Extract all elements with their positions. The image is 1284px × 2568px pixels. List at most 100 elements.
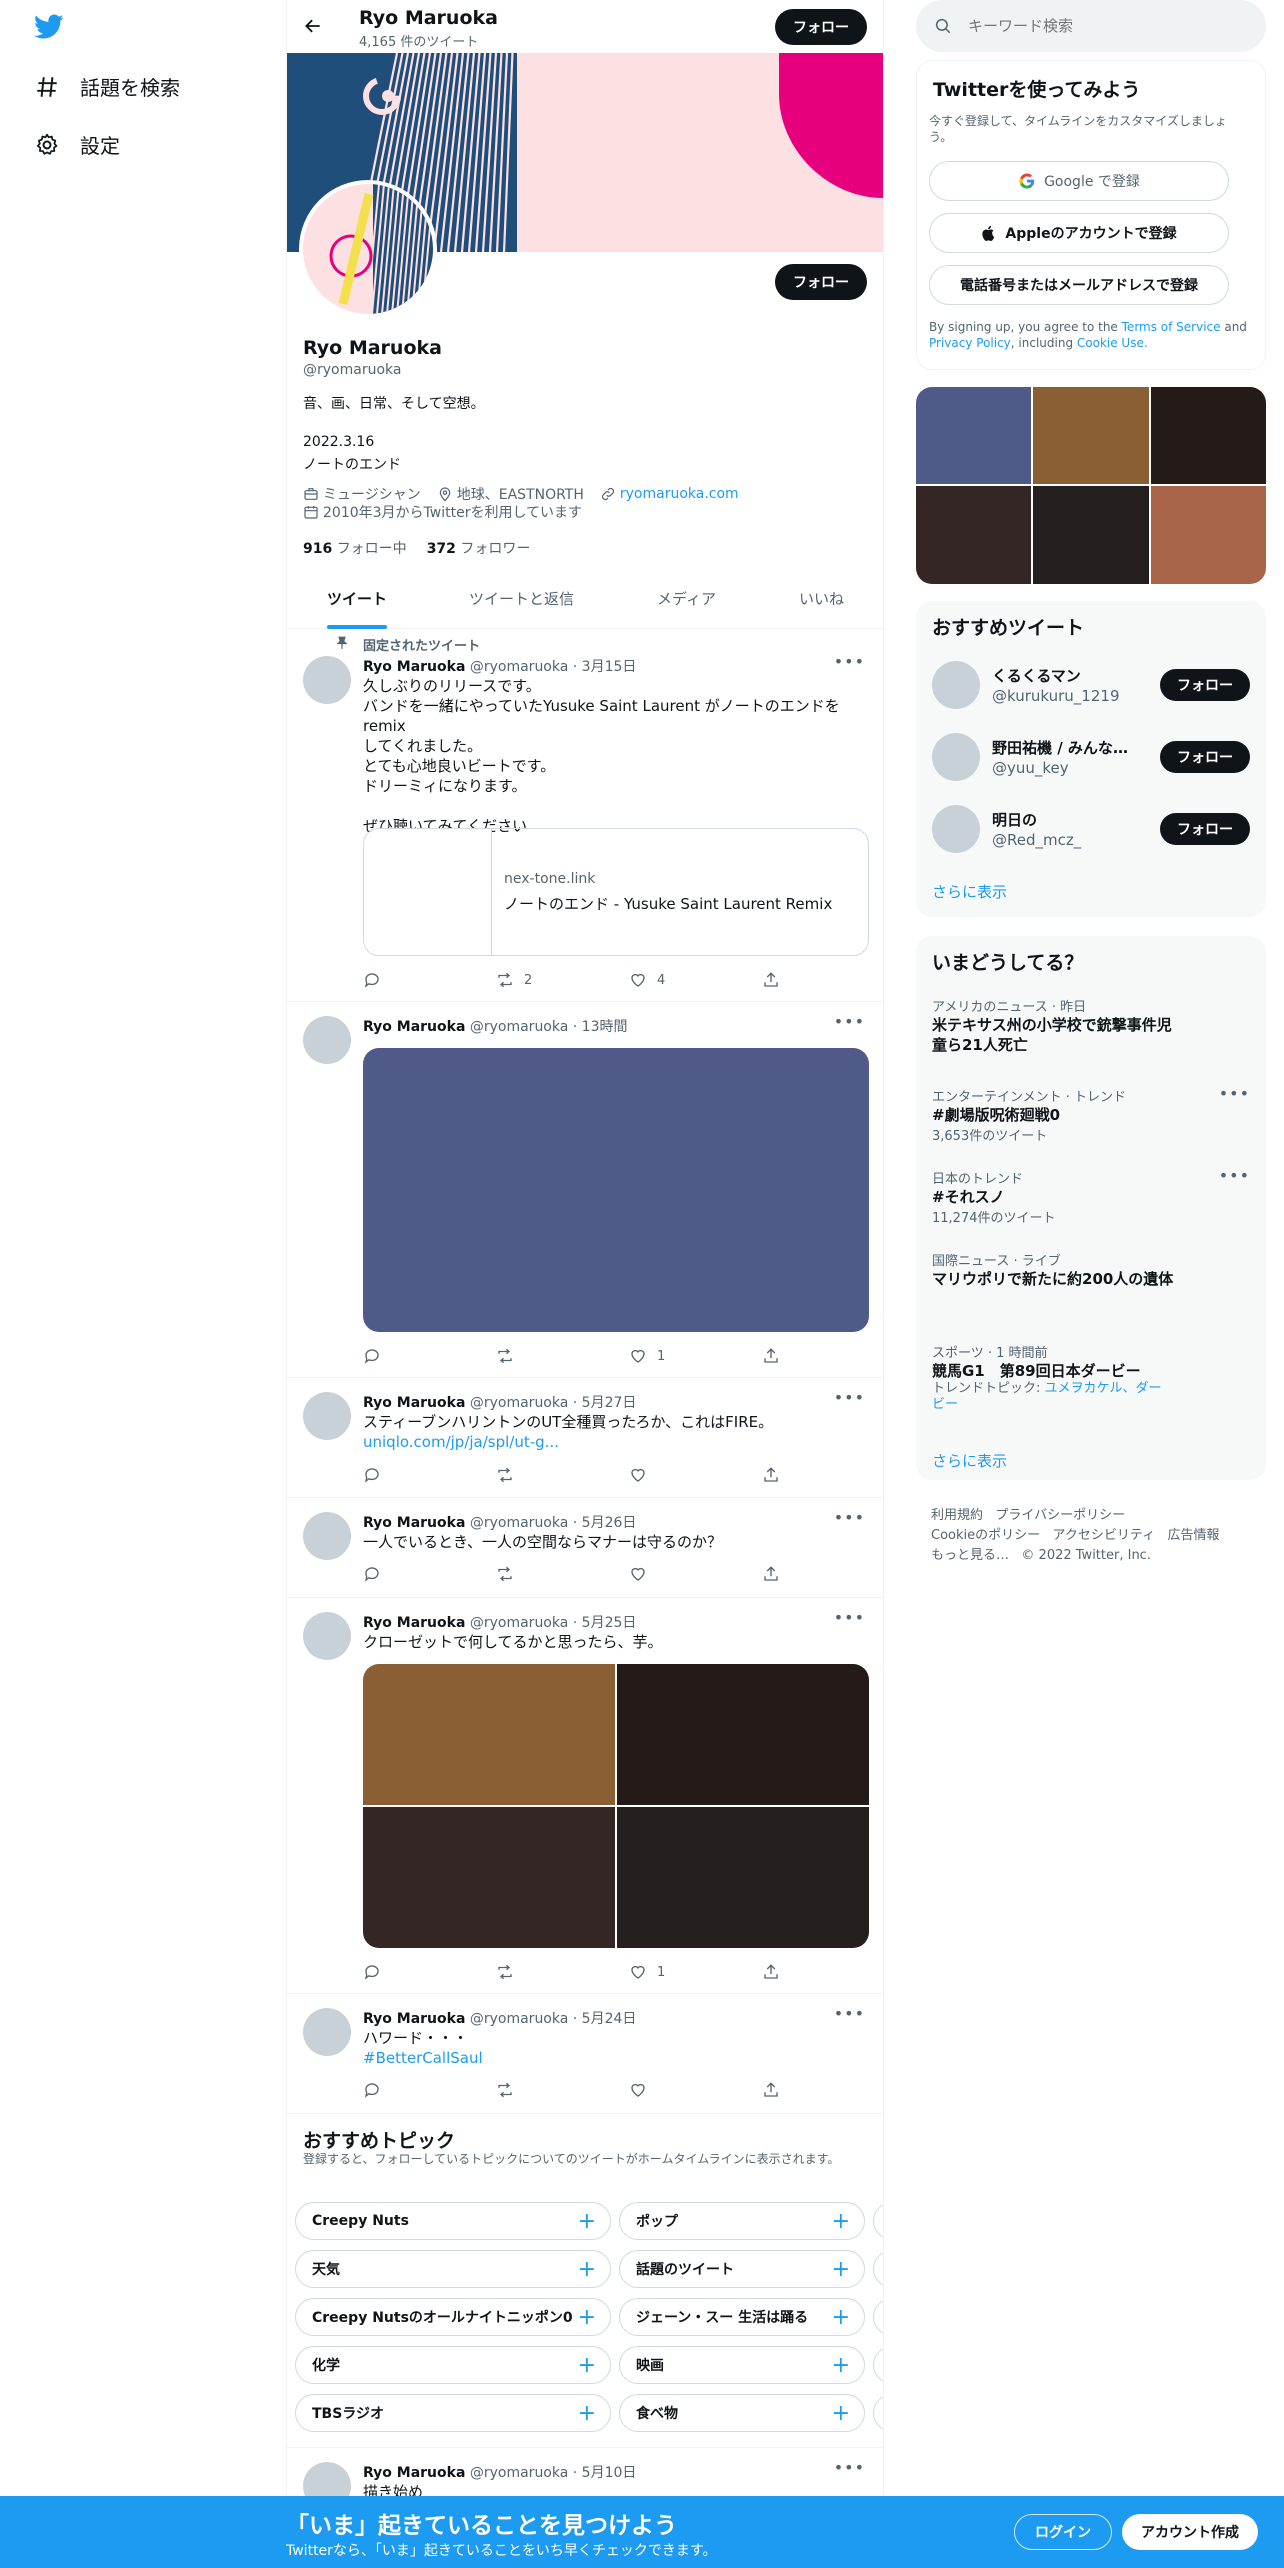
tab-media[interactable]: メディア [657, 588, 716, 609]
media-thumb[interactable] [1151, 387, 1266, 484]
like-button[interactable]: 1 [629, 1346, 762, 1366]
more-icon[interactable]: ••• [834, 2458, 865, 2477]
suggested-user[interactable]: 野田祐機 / みんなシステム @yuu_key フォロー [932, 733, 1250, 783]
tweet-hashtag[interactable]: #BetterCallSaul [363, 2048, 867, 2068]
header-follow-button[interactable]: フォロー [775, 9, 867, 45]
search-input[interactable] [968, 12, 1248, 40]
footer-privacy-link[interactable]: プライバシーポリシー [995, 1508, 1125, 1523]
trend-item[interactable]: アメリカのニュース · 昨日 米テキサス州の小学校で銃撃事件児童ら21人死亡 [932, 996, 1250, 1055]
followers-stat[interactable]: 372 フォロワー [427, 538, 531, 558]
tweet-author[interactable]: Ryo Maruoka [363, 2465, 465, 2481]
reply-button[interactable] [363, 1962, 496, 1982]
avatar[interactable] [303, 1392, 351, 1440]
nav-explore[interactable]: 話題を検索 [34, 72, 180, 101]
grid-photo[interactable] [363, 1807, 615, 1948]
media-thumb[interactable] [916, 387, 1031, 484]
tweet-author[interactable]: Ryo Maruoka [363, 2011, 465, 2027]
tweet-author[interactable]: Ryo Maruoka [363, 1395, 465, 1411]
topic-chip[interactable]: 天気 + [295, 2250, 611, 2288]
grid-photo[interactable] [363, 1664, 615, 1805]
grid-photo[interactable] [617, 1664, 869, 1805]
back-arrow-icon[interactable] [303, 16, 323, 36]
avatar[interactable] [303, 1612, 351, 1660]
search-box[interactable] [916, 0, 1266, 52]
footer-more-link[interactable]: もっと見る… [931, 1548, 1009, 1563]
footer-accessibility-link[interactable]: アクセシビリティ [1053, 1528, 1156, 1543]
signup-button[interactable]: アカウント作成 [1122, 2514, 1258, 2550]
media-thumb[interactable] [916, 486, 1031, 584]
cookie-link[interactable]: Cookie Use. [1077, 336, 1148, 350]
topic-chip[interactable] [873, 2202, 883, 2240]
link-card[interactable]: nex-tone.link ノートのエンド - Yusuke Saint Lau… [363, 828, 869, 956]
tab-likes[interactable]: いいね [799, 588, 844, 609]
trend-item[interactable]: ••• 日本のトレンド #それスノ 11,274件のツイート [932, 1166, 1250, 1226]
tweet[interactable]: Ryo Maruoka @ryomaruoka · 5月27日 ••• スティー… [287, 1378, 883, 1498]
following-stat[interactable]: 916 フォロー中 [303, 538, 407, 558]
like-button[interactable]: 1 [629, 1962, 762, 1982]
tweet-link[interactable]: uniqlo.com/jp/ja/spl/ut-g... [363, 1432, 867, 1452]
suggested-user[interactable]: くるくるマン @kurukuru_1219 フォロー [932, 661, 1250, 711]
login-button[interactable]: ログイン [1014, 2514, 1112, 2550]
suggested-user[interactable]: 明日の @Red_mcz_ フォロー [932, 805, 1250, 855]
retweet-button[interactable] [496, 2080, 629, 2100]
reply-button[interactable] [363, 1346, 496, 1366]
share-button[interactable] [762, 1962, 792, 1982]
share-button[interactable] [762, 970, 792, 990]
grid-photo[interactable] [617, 1807, 869, 1948]
apple-signup-button[interactable]: Appleのアカウントで登録 [929, 213, 1229, 253]
share-button[interactable] [762, 1465, 792, 1485]
topic-chip[interactable] [873, 2394, 883, 2432]
tweet-image[interactable]: Ryo Maruoka @ryomaruoka · 13時間 ••• 1 [287, 1002, 883, 1378]
reply-button[interactable] [363, 2080, 496, 2100]
avatar[interactable] [303, 2008, 351, 2056]
avatar[interactable] [303, 1016, 351, 1064]
retweet-button[interactable] [496, 1564, 629, 1584]
tweet[interactable]: Ryo Maruoka @ryomaruoka · 5月24日 ••• ハワード… [287, 1994, 883, 2114]
tweet-author[interactable]: Ryo Maruoka [363, 659, 465, 675]
avatar[interactable] [303, 1512, 351, 1560]
more-icon[interactable]: ••• [834, 1388, 865, 1407]
topic-chip[interactable]: 化学 + [295, 2346, 611, 2384]
more-icon[interactable]: ••• [834, 1508, 865, 1527]
share-button[interactable] [762, 1564, 792, 1584]
share-button[interactable] [762, 1346, 792, 1366]
profile-avatar[interactable] [299, 180, 437, 318]
topic-chip[interactable] [873, 2250, 883, 2288]
trend-item[interactable]: スポーツ · 1 時間前 競馬G1 第89回日本ダービー トレンドトピック: ユ… [932, 1342, 1250, 1413]
like-button[interactable] [629, 1564, 762, 1584]
retweet-button[interactable] [496, 1346, 629, 1366]
topic-chip[interactable] [873, 2298, 883, 2336]
reply-button[interactable] [363, 970, 496, 990]
tweet-pinned[interactable]: 固定されたツイート Ryo Maruoka @ryomaruoka · 3月15… [287, 630, 883, 1002]
profile-follow-button[interactable]: フォロー [775, 264, 867, 300]
tweet-author[interactable]: Ryo Maruoka [363, 1019, 465, 1035]
footer-cookie-link[interactable]: Cookieのポリシー [931, 1528, 1040, 1543]
trends-show-more[interactable]: さらに表示 [932, 1450, 1007, 1471]
more-icon[interactable]: ••• [834, 1608, 865, 1627]
footer-ads-link[interactable]: 広告情報 [1168, 1528, 1220, 1543]
topic-chip[interactable]: 映画 + [619, 2346, 865, 2384]
follow-button[interactable]: フォロー [1160, 669, 1250, 701]
media-thumb[interactable] [1033, 387, 1149, 484]
phone-email-signup-button[interactable]: 電話番号またはメールアドレスで登録 [929, 265, 1229, 305]
twitter-logo-icon[interactable] [34, 14, 64, 40]
footer-terms-link[interactable]: 利用規約 [931, 1508, 983, 1523]
media-thumb[interactable] [1033, 486, 1149, 584]
terms-link[interactable]: Terms of Service [1122, 320, 1221, 334]
more-icon[interactable]: ••• [834, 652, 865, 671]
follow-button[interactable]: フォロー [1160, 741, 1250, 773]
retweet-button[interactable] [496, 1465, 629, 1485]
topic-chip[interactable]: 話題のツイート + [619, 2250, 865, 2288]
avatar[interactable] [932, 661, 980, 709]
topic-chip[interactable]: ポップ + [619, 2202, 865, 2240]
suggested-show-more[interactable]: さらに表示 [932, 881, 1007, 902]
like-button[interactable]: 4 [629, 970, 762, 990]
retweet-button[interactable]: 2 [496, 970, 629, 990]
tweet-author[interactable]: Ryo Maruoka [363, 1615, 465, 1631]
tweet[interactable]: Ryo Maruoka @ryomaruoka · 5月26日 ••• 一人でい… [287, 1498, 883, 1598]
avatar[interactable] [932, 805, 980, 853]
retweet-button[interactable] [496, 1962, 629, 1982]
tweet-photo-grid[interactable]: Ryo Maruoka @ryomaruoka · 5月25日 ••• クローゼ… [287, 1598, 883, 1994]
more-icon[interactable]: ••• [834, 2004, 865, 2023]
more-icon[interactable]: ••• [1219, 1166, 1250, 1185]
